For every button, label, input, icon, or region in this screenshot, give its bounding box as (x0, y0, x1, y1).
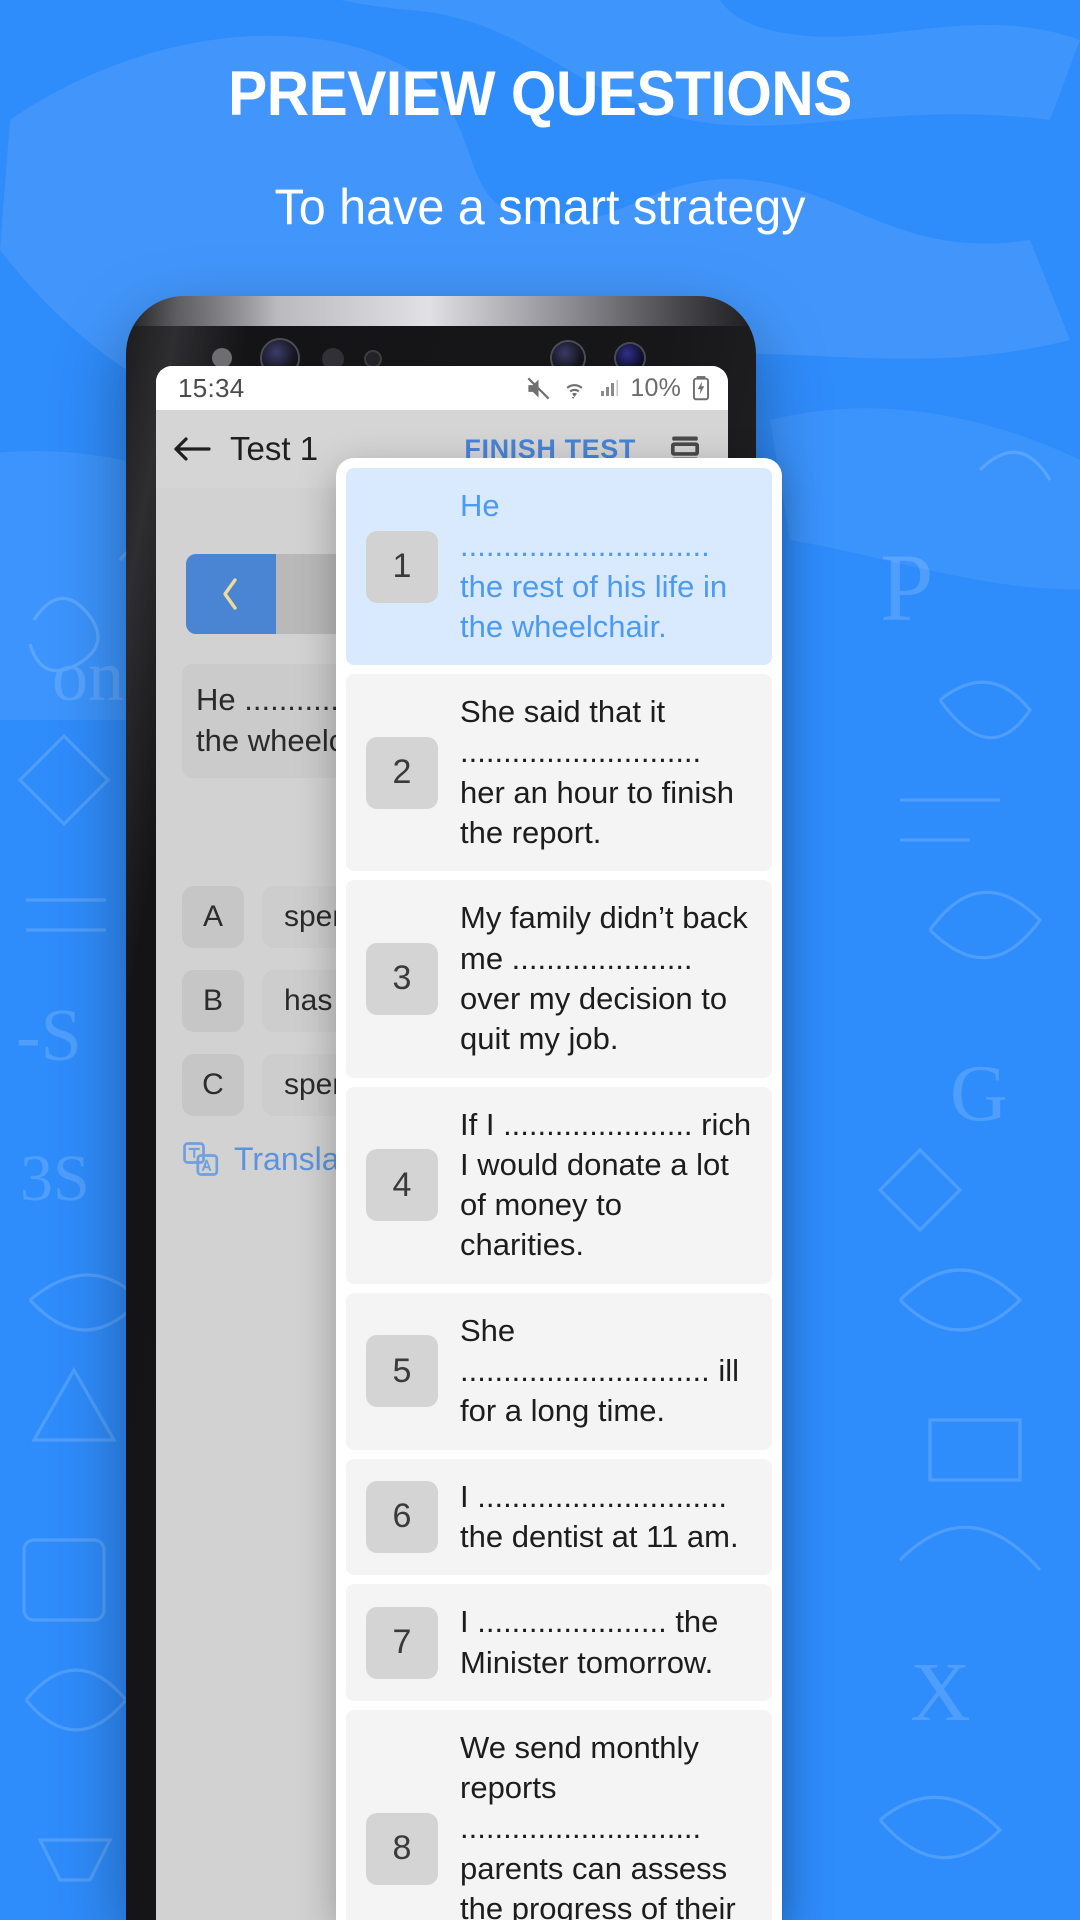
question-number: 2 (366, 736, 438, 809)
back-arrow-icon[interactable] (170, 427, 214, 471)
svg-text:3S: 3S (20, 1142, 90, 1215)
svg-text:on: on (52, 636, 124, 716)
option-letter: B (182, 970, 244, 1032)
status-bar: 15:34 10% (156, 366, 728, 410)
light-sensor-icon (212, 348, 232, 368)
question-list-item[interactable]: 8 We send monthly reports ...............… (346, 1709, 772, 1920)
question-number: 1 (366, 530, 438, 603)
question-number: 6 (366, 1480, 438, 1553)
question-list-item[interactable]: 6 I ............................. the den… (346, 1458, 772, 1576)
question-list-item[interactable]: 3 My family didn’t back me ..............… (346, 880, 772, 1078)
question-text: We send monthly reports ................… (460, 1729, 736, 1920)
promo-text-block: PREVIEW QUESTIONS To have a smart strate… (0, 58, 1080, 236)
question-number: 5 (366, 1335, 438, 1408)
question-list[interactable]: 1 He ............................. the re… (346, 468, 772, 1920)
wifi-icon (566, 383, 583, 399)
question-text: He ............................. the res… (460, 488, 728, 644)
question-list-item[interactable]: 1 He ............................. the re… (346, 468, 772, 666)
battery-charging-icon (692, 376, 710, 401)
question-text: If I ...................... rich I would… (460, 1106, 752, 1263)
phone-top-highlight (126, 296, 756, 326)
svg-text:-S: -S (16, 995, 82, 1077)
question-list-item[interactable]: 4 If I ...................... rich I woul… (346, 1086, 772, 1284)
svg-text:P: P (880, 534, 933, 641)
iris-sensor-icon (366, 352, 380, 366)
question-number: 7 (366, 1606, 438, 1679)
option-letter: A (182, 886, 244, 948)
svg-text:X: X (910, 1646, 971, 1739)
svg-text:G: G (950, 1050, 1008, 1138)
question-list-item[interactable]: 5 She ............................. ill f… (346, 1292, 772, 1450)
question-number: 4 (366, 1149, 438, 1222)
signal-icon (601, 380, 619, 396)
option-letter: C (182, 1054, 244, 1116)
previous-question-button[interactable] (186, 554, 276, 634)
page-title: PREVIEW QUESTIONS (228, 59, 852, 129)
question-number: 8 (366, 1812, 438, 1885)
page-subtitle: To have a smart strategy (274, 179, 806, 235)
question-list-sheet[interactable]: 1 He ............................. the re… (336, 458, 782, 1920)
status-icons: 10% (525, 374, 712, 403)
question-list-item[interactable]: 7 I ...................... the Minister t… (346, 1584, 772, 1701)
question-text: I ...................... the Minister to… (460, 1604, 719, 1680)
mute-icon (527, 377, 550, 399)
question-text: My family didn’t back me ...............… (460, 900, 748, 1057)
question-text: I ............................. the dent… (460, 1478, 739, 1554)
battery-percent-label: 10% (630, 373, 681, 402)
question-list-item[interactable]: 2 She said that it ......................… (346, 674, 772, 872)
chevron-left-icon (223, 578, 237, 610)
question-text: She ............................. ill fo… (460, 1312, 740, 1429)
question-number: 3 (366, 942, 438, 1015)
app-title: Test 1 (230, 430, 319, 467)
status-time: 15:34 (178, 372, 245, 403)
question-text: She said that it .......................… (460, 694, 735, 851)
translate-icon (183, 1142, 219, 1176)
